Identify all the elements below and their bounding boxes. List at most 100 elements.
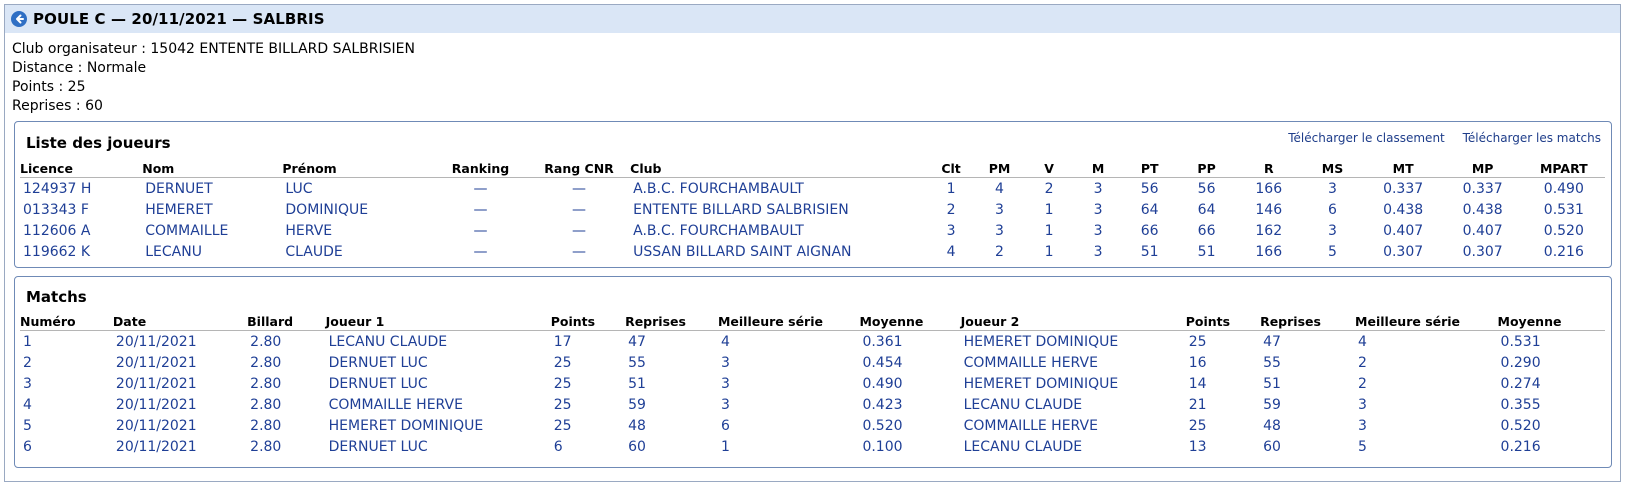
players-title: Liste des joueurs — [26, 134, 171, 152]
match-cell-moyenne: 0.361 — [862, 333, 903, 350]
player-cell-licence: 112606 A — [23, 222, 91, 239]
match-cell-numero: 4 — [23, 396, 32, 413]
player-cell-clt: 4 — [946, 243, 956, 260]
player-cell-clt: 3 — [946, 222, 956, 239]
player-cell-prenom: CLAUDE — [285, 243, 343, 260]
player-cell-ranking: — — [473, 180, 488, 197]
match-row[interactable]: 5 20/11/2021 2.80 HEMERET DOMINIQUE 25 48 6 0.5… — [20, 415, 1605, 436]
match-row[interactable]: 2 20/11/2021 2.80 DERNUET LUC 25 55 3 0.454 COMM… — [20, 352, 1605, 373]
player-cell-ms: 5 — [1328, 243, 1337, 260]
player-cell-v: 2 — [1044, 180, 1054, 197]
back-arrow-icon[interactable] — [11, 11, 27, 27]
player-cell-rang-cnr: — — [572, 222, 587, 239]
player-cell-v: 1 — [1044, 222, 1054, 239]
player-cell-nom: HEMERET — [145, 201, 213, 218]
reprises: Reprises : 60 — [12, 98, 103, 114]
match-cell-reprises: 48 — [1263, 417, 1281, 434]
match-cell-joueur-2: LECANU CLAUDE — [963, 438, 1083, 455]
points: Points : 25 — [12, 79, 86, 95]
player-cell-mpart: 0.531 — [1543, 201, 1584, 218]
player-cell-prenom: LUC — [285, 180, 313, 197]
player-cell-pp: 56 — [1197, 180, 1216, 197]
match-row[interactable]: 4 20/11/2021 2.80 COMMAILLE HERVE 25 59 3 0.423… — [20, 394, 1605, 415]
poule-frame: POULE C — 20/11/2021 — SALBRIS Club orga… — [4, 4, 1621, 482]
match-row[interactable]: 1 20/11/2021 2.80 LECANU CLAUDE 17 47 4 0.361 HE… — [20, 331, 1605, 353]
match-cell-points: 17 — [553, 333, 572, 350]
match-cell-joueur-1: DERNUET LUC — [328, 375, 428, 392]
match-cell-joueur-2: COMMAILLE HERVE — [963, 417, 1098, 434]
player-cell-mp: 0.307 — [1462, 243, 1503, 260]
match-cell-billard: 2.80 — [250, 438, 282, 455]
match-header-reprises-10: Reprises — [1260, 313, 1321, 329]
player-cell-mpart: 0.216 — [1543, 243, 1584, 260]
match-row[interactable]: 3 20/11/2021 2.80 DERNUET LUC 25 51 3 0.490 HEME… — [20, 373, 1605, 394]
player-cell-ranking: — — [473, 243, 488, 260]
match-cell-moyenne: 0.423 — [862, 396, 903, 413]
match-cell-moyenne: 0.100 — [862, 438, 903, 455]
match-header-points-9: Points — [1185, 313, 1231, 329]
match-header-joueur-1-3: Joueur 1 — [325, 313, 385, 329]
player-cell-club: ENTENTE BILLARD SALBRISIEN — [633, 201, 849, 218]
player-cell-mp: 0.407 — [1462, 222, 1503, 239]
match-cell-points: 25 — [1188, 417, 1207, 434]
player-cell-pt: 64 — [1140, 201, 1159, 218]
player-header-m-9: M — [1091, 160, 1105, 176]
match-cell-joueur-2: HEMERET DOMINIQUE — [963, 375, 1119, 392]
match-cell-moyenne: 0.216 — [1500, 438, 1541, 455]
poule-info: Club organisateur : 15042 ENTENTE BILLAR… — [5, 33, 1620, 116]
player-row[interactable]: 013343 F HEMERET DOMINIQUE — — ENTENTE BILLAR… — [20, 199, 1605, 220]
player-cell-mt: 0.307 — [1383, 243, 1424, 260]
match-cell-joueur-1: LECANU CLAUDE — [328, 333, 448, 350]
match-cell-points: 14 — [1188, 375, 1207, 392]
match-cell-reprises: 51 — [628, 375, 646, 392]
player-row[interactable]: 124937 H DERNUET LUC — — A.B.C. FOURCHAMBAULT… — [20, 178, 1605, 200]
match-cell-meilleure-serie: 4 — [720, 333, 730, 350]
download-matches-link[interactable]: Télécharger les matchs — [1463, 131, 1601, 145]
match-cell-reprises: 60 — [1263, 438, 1281, 455]
player-cell-nom: COMMAILLE — [145, 222, 229, 239]
player-cell-pm: 3 — [995, 201, 1004, 218]
match-cell-reprises: 47 — [628, 333, 646, 350]
match-cell-joueur-2: COMMAILLE HERVE — [963, 354, 1098, 371]
match-cell-meilleure-serie: 6 — [720, 417, 730, 434]
match-cell-numero: 3 — [23, 375, 32, 392]
download-links: Télécharger le classement Télécharger le… — [1274, 131, 1601, 145]
player-cell-clt: 1 — [946, 180, 956, 197]
match-row[interactable]: 6 20/11/2021 2.80 DERNUET LUC 6 60 1 0.100 LECAN… — [20, 436, 1605, 457]
match-cell-moyenne: 0.490 — [862, 375, 903, 392]
download-ranking-link[interactable]: Télécharger le classement — [1288, 131, 1445, 145]
match-cell-points: 6 — [553, 438, 563, 455]
player-cell-pp: 66 — [1197, 222, 1216, 239]
match-cell-reprises: 51 — [1263, 375, 1281, 392]
match-cell-meilleure-serie: 1 — [720, 438, 730, 455]
title-bar: POULE C — 20/11/2021 — SALBRIS — [5, 5, 1620, 33]
match-cell-moyenne: 0.520 — [862, 417, 903, 434]
player-cell-prenom: DOMINIQUE — [285, 201, 369, 218]
player-cell-m: 3 — [1093, 180, 1103, 197]
match-cell-meilleure-serie: 3 — [1358, 417, 1367, 434]
match-cell-meilleure-serie: 2 — [1358, 375, 1367, 392]
players-table: Licence Nom Prénom Ranking Rang CNR Club Clt PM… — [20, 160, 1605, 262]
match-cell-date: 20/11/2021 — [115, 396, 197, 413]
player-cell-mp: 0.337 — [1462, 180, 1503, 197]
player-cell-club: USSAN BILLARD SAINT AIGNAN — [633, 243, 852, 260]
match-cell-billard: 2.80 — [250, 354, 282, 371]
match-cell-date: 20/11/2021 — [115, 417, 197, 434]
player-header-r-12: R — [1263, 160, 1274, 176]
match-cell-numero: 2 — [23, 354, 32, 371]
match-cell-points: 25 — [553, 354, 572, 371]
player-header-prenom-2: Prénom — [282, 160, 337, 176]
match-cell-reprises: 60 — [628, 438, 646, 455]
match-cell-joueur-1: DERNUET LUC — [328, 438, 428, 455]
match-cell-meilleure-serie: 3 — [720, 375, 730, 392]
player-cell-club: A.B.C. FOURCHAMBAULT — [633, 180, 804, 197]
match-cell-meilleure-serie: 3 — [720, 354, 730, 371]
player-cell-r: 162 — [1255, 222, 1283, 239]
player-cell-ms: 3 — [1328, 222, 1337, 239]
player-header-club-5: Club — [630, 160, 662, 176]
player-row[interactable]: 119662 K LECANU CLAUDE — — USSAN BILLARD SAIN… — [20, 241, 1605, 262]
player-row[interactable]: 112606 A COMMAILLE HERVE — — A.B.C. FOURCHAMB… — [20, 220, 1605, 241]
match-cell-numero: 6 — [23, 438, 32, 455]
match-header-joueur-2-8: Joueur 2 — [960, 313, 1020, 329]
player-header-mt-14: MT — [1392, 160, 1414, 176]
